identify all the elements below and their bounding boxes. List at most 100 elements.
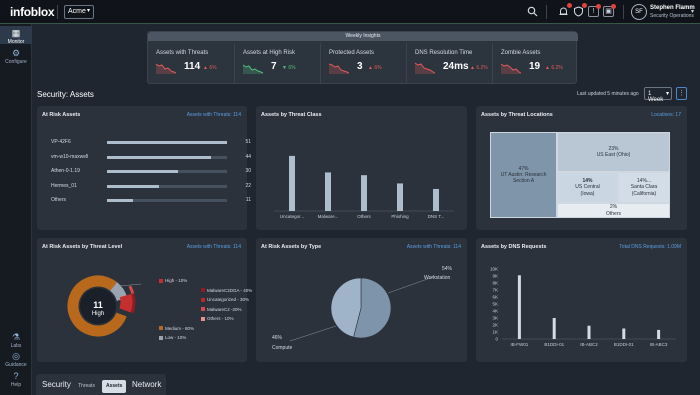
y-tick-label: 5K xyxy=(492,302,498,307)
treemap-cell-santa-clara[interactable]: 14%... Santa Clara (California) xyxy=(618,172,670,203)
metric-value: 3 xyxy=(357,61,363,72)
metric-delta: ▼ 6% xyxy=(282,65,296,71)
x-tick-label: IB-FW01 xyxy=(511,342,529,347)
bar-track xyxy=(107,141,227,144)
legend-swatch xyxy=(201,297,205,302)
legend-item[interactable]: Medium - 80% xyxy=(159,326,194,331)
search-icon[interactable] xyxy=(527,6,538,17)
treemap-cell-us-central[interactable]: 14% US Central (Iowa) xyxy=(557,172,618,203)
time-range-value: 1 Week xyxy=(648,91,664,103)
alert-icon[interactable]: ! xyxy=(588,4,601,17)
threat-locations-card: Assets by Threat Locations Locations: 17… xyxy=(476,106,687,230)
metric-assets-high-risk[interactable]: Assets at High Risk 7 ▼ 6% xyxy=(234,43,320,83)
leader-line xyxy=(289,325,337,342)
tab-label: Network xyxy=(132,380,162,389)
treemap-cell-ut-austin[interactable]: 47% UT Austin: Research Section A xyxy=(490,132,557,218)
bar-row-value: 30 xyxy=(245,168,251,174)
subtab-assets[interactable]: Assets xyxy=(102,380,127,393)
sidebar-item-guidance[interactable]: ◎ Guidance xyxy=(0,351,32,368)
metric-assets-with-threats[interactable]: Assets with Threats 114 ▲ 6% xyxy=(148,43,234,83)
notification-badge xyxy=(611,4,616,9)
sidebar-item-help[interactable]: ? Help xyxy=(0,371,32,388)
x-tick-label: B1DDI-01 xyxy=(614,342,634,347)
metric-zombie-assets[interactable]: Zombie Assets 19 ▲ 6.2% xyxy=(492,43,578,83)
metric-label: Assets at High Risk xyxy=(243,50,296,56)
legend-label: MalwareC2 -20% xyxy=(207,306,242,312)
y-tick-label: 1K xyxy=(492,330,498,335)
locations-link[interactable]: Locations: 17 xyxy=(651,112,681,118)
x-tick-label: B1DDI-01 xyxy=(544,342,564,347)
sidebar-item-configure[interactable]: ⚙ Configure xyxy=(0,46,32,65)
shield-icon[interactable] xyxy=(573,3,587,17)
legend-label: Low - 10% xyxy=(165,335,187,340)
assets-with-threats-link[interactable]: Assets with Threats: 114 xyxy=(187,112,241,118)
metric-delta-value: 6% xyxy=(288,65,296,71)
divider xyxy=(57,5,58,19)
bar-row[interactable]: vm-w10-maxwell 44 xyxy=(51,153,251,163)
avatar[interactable]: SF xyxy=(631,4,647,20)
legend-item[interactable]: Others - 10% xyxy=(201,316,234,321)
bar-row[interactable]: VP-42F6 51 xyxy=(51,138,251,148)
org-select[interactable]: Acme ▾ xyxy=(64,5,94,19)
legend-item[interactable]: Uncategorized - 30% xyxy=(201,297,249,302)
legend-item[interactable]: Low - 10% xyxy=(159,335,186,340)
sparkline xyxy=(243,64,263,74)
divider xyxy=(0,23,700,24)
subtab-label: Assets xyxy=(106,383,123,389)
infoblox-logo[interactable]: infoblox xyxy=(10,5,55,19)
bar-row[interactable]: Athen-0-1.19 30 xyxy=(51,167,251,177)
insights-title: Weekly Insights xyxy=(148,32,578,41)
image-icon[interactable]: ▣ xyxy=(603,4,616,17)
bar-row[interactable]: Hermes_01 22 xyxy=(51,182,251,192)
metric-label: Protected Assets xyxy=(329,50,375,56)
metric-protected-assets[interactable]: Protected Assets 3 ▲ 6% xyxy=(320,43,406,83)
sidebar-item-labs[interactable]: ⚗ Labs xyxy=(0,332,32,349)
sparkline xyxy=(501,63,521,74)
chevron-down-icon[interactable]: ▾ xyxy=(691,8,694,15)
bottom-tabs: Security Threats Assets Network xyxy=(36,374,336,395)
x-tick-label: IB-ABC2 xyxy=(580,342,598,347)
more-options-button[interactable]: ⋮ xyxy=(676,87,687,100)
bar xyxy=(517,275,521,339)
metric-delta: ▲ 6% xyxy=(368,65,382,71)
bar xyxy=(622,328,626,339)
metric-label: DNS Resolution Time xyxy=(415,50,473,56)
tab-network[interactable]: Network xyxy=(126,374,166,395)
subtab-threats[interactable]: Threats xyxy=(74,380,99,393)
metric-dns-resolution-time[interactable]: DNS Resolution Time 24ms ▲ 6.2% xyxy=(406,43,492,83)
sidebar-item-monitor[interactable]: ▦ Monitor xyxy=(0,26,32,45)
bar-row[interactable]: Others 11 xyxy=(51,196,251,206)
legend-label: Others - 10% xyxy=(207,316,234,321)
threat-class-chart: Uncategor... Malware... Others Phishing DNS … xyxy=(274,155,454,219)
card-title: Assets by Threat Locations xyxy=(481,112,553,118)
kebab-icon: ⋮ xyxy=(678,90,685,97)
pie-label-workstation: Workstation xyxy=(424,275,451,281)
bar-track xyxy=(107,155,227,159)
sidebar-item-label: Configure xyxy=(5,59,27,65)
pie-label-workstation-pct: 54% xyxy=(442,266,453,272)
subtab-label: Threats xyxy=(78,383,95,389)
legend-swatch xyxy=(159,335,163,340)
sidebar-item-label: Guidance xyxy=(5,362,27,368)
card-title: At Risk Assets xyxy=(42,112,81,118)
legend-item[interactable]: MalwareC2DGA - 40% xyxy=(201,288,252,293)
threat-class-card: Assets by Threat Class Uncategor... Malwa… xyxy=(256,106,467,230)
treemap-cell-others[interactable]: 2% Others xyxy=(557,203,670,218)
bar-row-value: 22 xyxy=(245,182,251,189)
bar-row-label: Hermes_01 xyxy=(51,182,77,189)
bar xyxy=(587,325,591,339)
sidebar-item-label: Monitor xyxy=(7,39,25,45)
legend-item[interactable]: High - 10% xyxy=(159,278,187,283)
treemap-label: US Central (Iowa) xyxy=(575,184,600,197)
legend-item[interactable]: MalwareC2 -20% xyxy=(201,307,242,312)
bell-icon[interactable] xyxy=(558,3,572,17)
bar-row-value: 44 xyxy=(245,153,251,160)
x-tick-label: Malware... xyxy=(318,214,339,219)
sidebar: ▦ Monitor ⚙ Configure ⚗ Labs ◎ Guidance … xyxy=(0,24,32,395)
treemap-cell-us-east[interactable]: 23% US East (Ohio) xyxy=(557,132,670,172)
top-bar: infoblox Acme ▾ ! ▣ SF Stephen Flamm Sec… xyxy=(0,0,700,24)
user-name[interactable]: Stephen Flamm xyxy=(650,5,695,11)
y-tick-label: 2K xyxy=(492,323,498,328)
bar xyxy=(552,318,556,339)
time-range-select[interactable]: 1 Week ▾ xyxy=(644,87,672,103)
